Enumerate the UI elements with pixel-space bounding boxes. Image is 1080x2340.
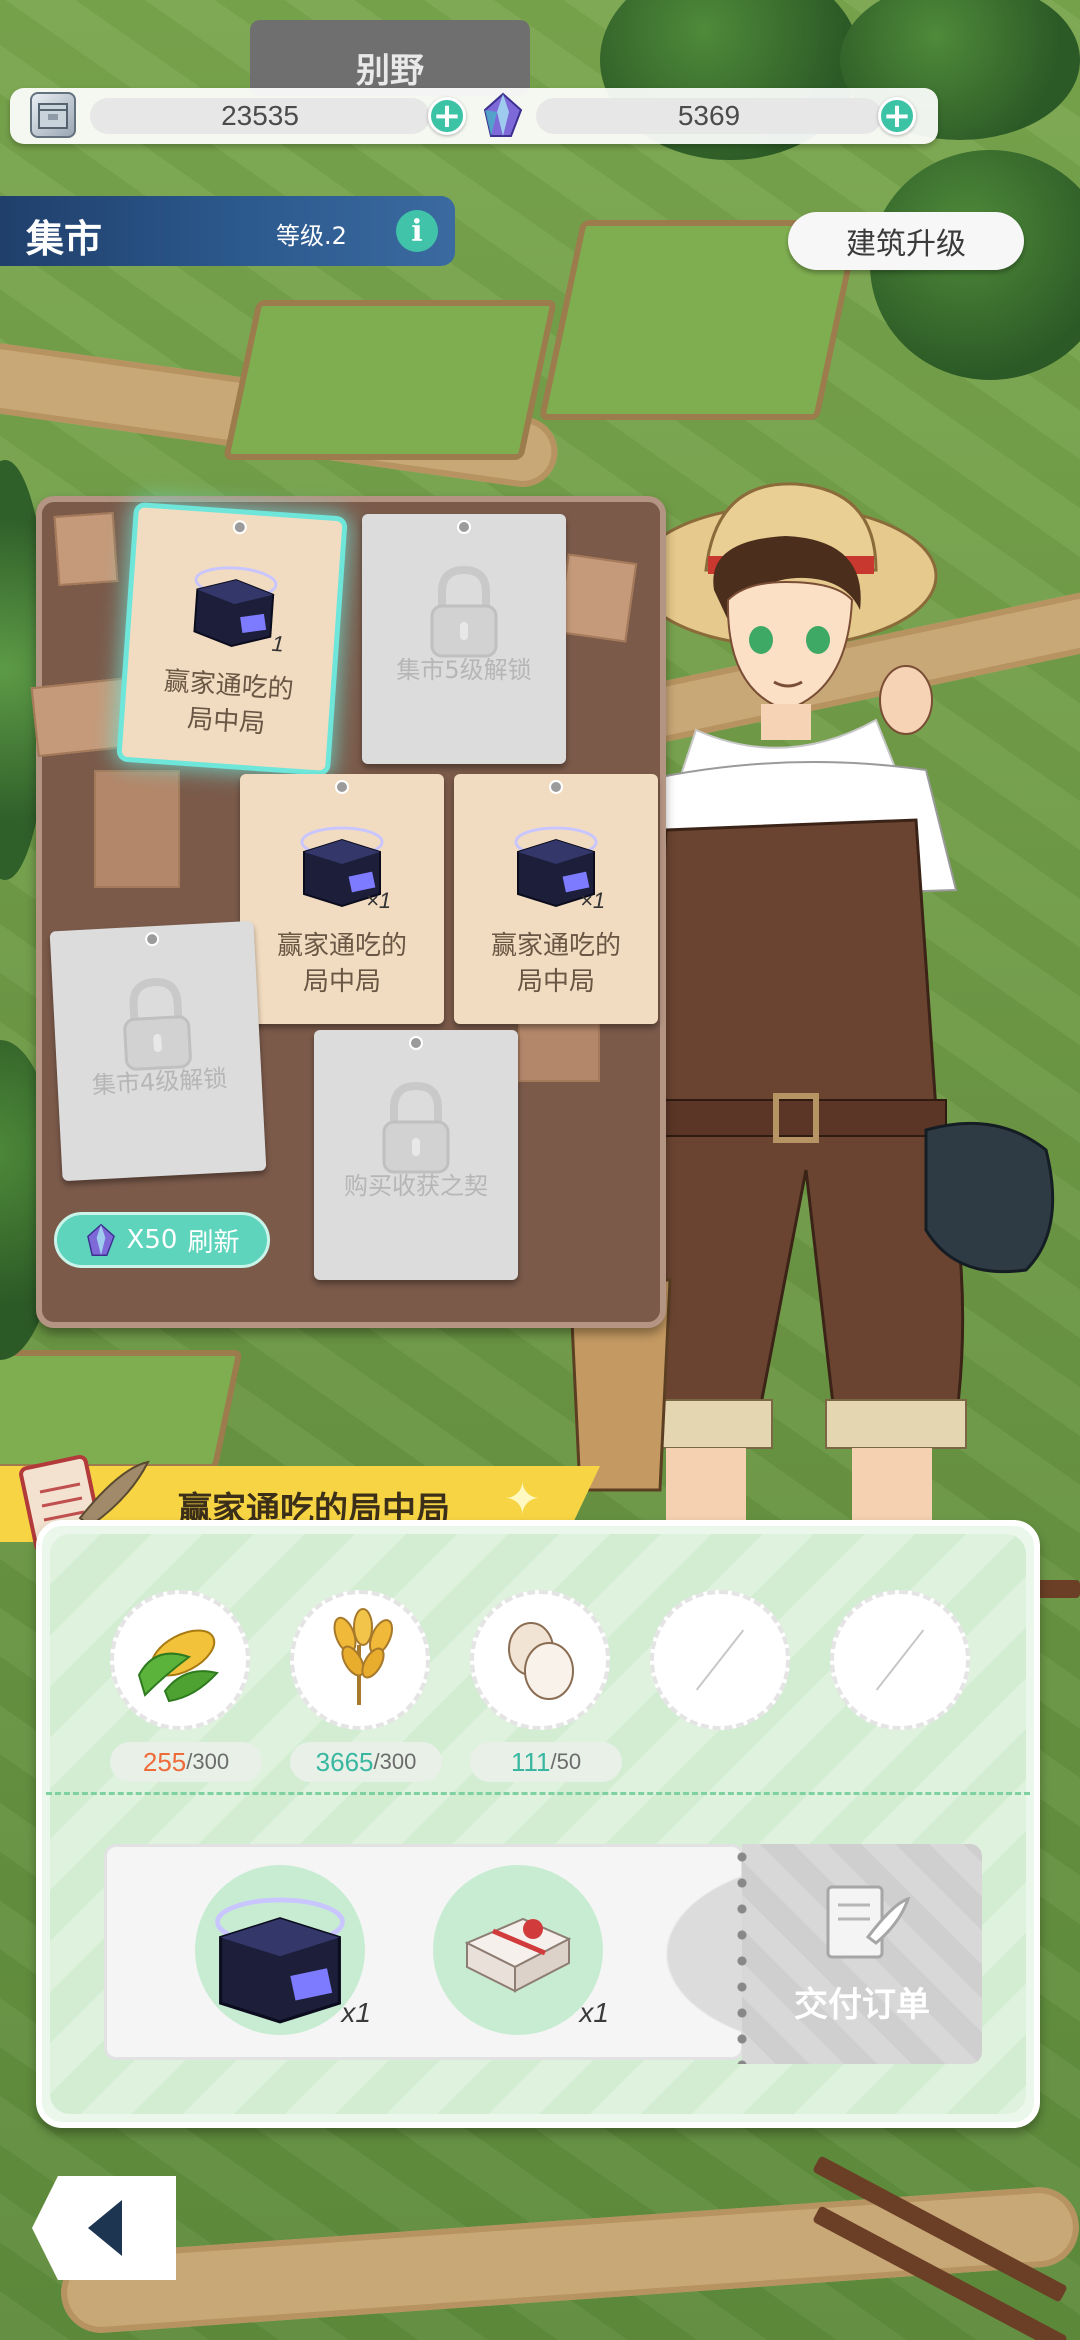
corn-icon xyxy=(137,1629,219,1703)
pin-icon xyxy=(409,1036,423,1050)
deliver-label: 交付订单 xyxy=(794,1985,930,2025)
requirement-count: 111 /50 xyxy=(470,1742,622,1782)
card-label: 购买收获之契 xyxy=(344,1172,488,1200)
card-quantity: ×1 xyxy=(580,888,606,913)
mystery-gift-box-icon xyxy=(215,1897,345,2024)
need-count: /300 xyxy=(186,1749,230,1774)
add-crystals-button[interactable]: + xyxy=(878,97,916,135)
need-count: /300 xyxy=(373,1749,417,1774)
reward-quantity: x1 xyxy=(341,1997,371,2028)
requirement-slot: 111 /50 xyxy=(470,1590,622,1782)
crystal-count: 5369 xyxy=(536,98,882,134)
building-sign: 别野 xyxy=(250,20,530,96)
card-quantity: ×1 xyxy=(366,888,392,913)
building-upgrade-button[interactable]: 建筑升级 xyxy=(788,212,1024,270)
requirement-count: 3665 /300 xyxy=(290,1742,442,1782)
location-level: 等级.2 xyxy=(276,222,347,250)
mystery-gift-box-icon xyxy=(193,566,278,648)
location-name: 集市 xyxy=(26,217,103,261)
box-resource: 23535 + xyxy=(10,88,470,144)
order-card[interactable]: ×1 赢家通吃的局中局 xyxy=(454,774,658,1024)
requirement-slot: 255 /300 xyxy=(110,1590,262,1782)
locked-card[interactable]: 集市5级解锁 xyxy=(362,514,566,764)
pin-icon xyxy=(335,780,349,794)
info-icon: i xyxy=(411,213,423,249)
order-card[interactable]: ×1 赢家通吃的局中局 xyxy=(240,774,444,1024)
reward-quantity: x1 xyxy=(579,1997,609,2028)
requirement-slot: 3665 /300 xyxy=(290,1590,442,1782)
info-button[interactable]: i xyxy=(396,210,438,252)
refresh-label: 刷新 xyxy=(187,1227,240,1258)
pin-icon xyxy=(144,931,160,947)
egg-icon xyxy=(508,1622,574,1700)
crystal-resource: 5369 + xyxy=(470,88,938,144)
wrapped-package-icon xyxy=(464,1917,572,1993)
have-count: 3665 xyxy=(315,1746,374,1777)
have-count: 255 xyxy=(142,1746,187,1777)
building-sign-text: 别野 xyxy=(356,51,424,91)
storage-box-icon xyxy=(30,92,76,138)
back-arrow-icon xyxy=(88,2200,122,2256)
add-boxes-button[interactable]: + xyxy=(428,97,466,135)
wheat-icon xyxy=(333,1608,394,1705)
refresh-button[interactable]: X50 刷新 xyxy=(54,1212,270,1268)
deliver-order-button[interactable]: 交付订单 xyxy=(736,1844,982,2064)
document-quill-icon xyxy=(826,1885,910,1959)
lock-icon xyxy=(123,978,192,1071)
box-count: 23535 xyxy=(90,98,430,134)
need-count: /50 xyxy=(550,1749,582,1774)
paper-scrap xyxy=(94,770,180,888)
locked-card[interactable]: 集市4级解锁 xyxy=(49,920,267,1182)
crystal-icon xyxy=(480,92,526,138)
crystal-icon xyxy=(86,1223,115,1256)
sparkle-icon: ✦ xyxy=(504,1474,541,1525)
divider xyxy=(46,1792,1030,1795)
location-header: 集市 等级.2 i xyxy=(0,196,455,266)
have-count: 111 xyxy=(510,1746,551,1777)
resource-bar: 23535 + 5369 + xyxy=(10,88,938,144)
reward-item: x1 xyxy=(195,1865,371,2035)
card-label: 赢家通吃的局中局 xyxy=(276,931,407,997)
order-card[interactable]: 1 赢家通吃的局中局 xyxy=(121,507,343,771)
order-board: 1 赢家通吃的局中局 集市5级解锁 ×1 赢家通吃的局中局 ×1 赢家通吃的局中… xyxy=(30,496,666,1328)
reward-item: x1 xyxy=(433,1865,609,2035)
lock-icon xyxy=(430,565,498,658)
paper-scrap xyxy=(556,553,638,643)
card-label: 赢家通吃的局中局 xyxy=(162,666,295,740)
card-quantity: 1 xyxy=(270,630,285,657)
back-button[interactable] xyxy=(32,2176,176,2280)
pin-icon xyxy=(457,520,471,534)
locked-card[interactable]: 购买收获之契 xyxy=(314,1030,518,1280)
pin-icon xyxy=(232,519,248,535)
empty-requirement-slot xyxy=(830,1590,974,1730)
order-detail-panel: 255 /300 3665 /300 111 /50 x1 x1 交付订单 xyxy=(36,1520,1040,2128)
card-label: 赢家通吃的局中局 xyxy=(490,931,621,997)
refresh-cost: X50 xyxy=(126,1225,178,1255)
card-label: 集市5级解锁 xyxy=(396,656,532,684)
lock-icon xyxy=(382,1081,450,1174)
card-label: 集市4级解锁 xyxy=(91,1064,228,1100)
paper-scrap xyxy=(53,511,119,587)
requirement-count: 255 /300 xyxy=(110,1742,262,1782)
pin-icon xyxy=(549,780,563,794)
paper-scrap xyxy=(518,1022,600,1082)
empty-requirement-slot xyxy=(650,1590,794,1730)
